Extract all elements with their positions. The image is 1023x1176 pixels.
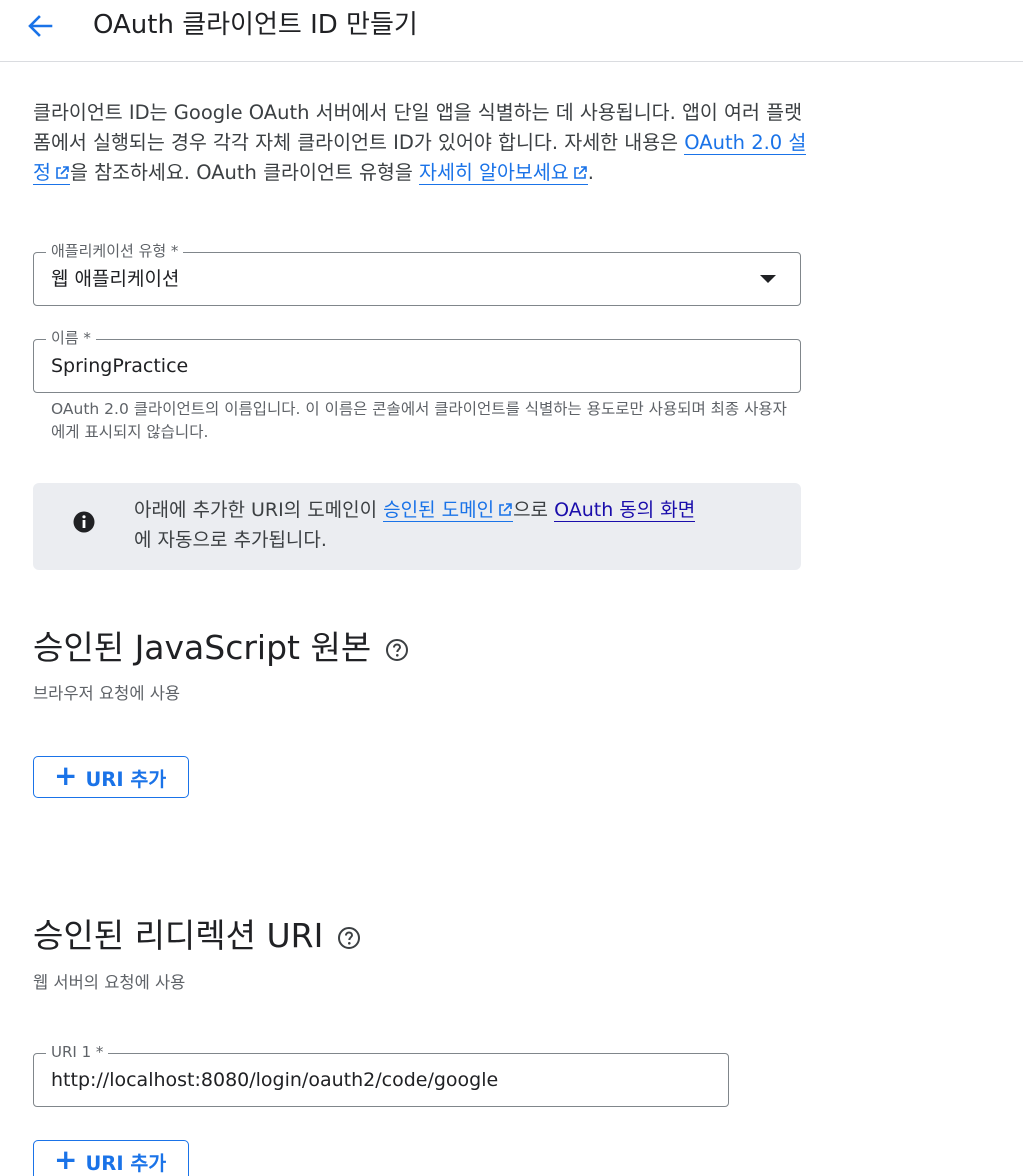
redirect-uris-subtitle: 웹 서버의 요청에 사용 xyxy=(33,973,186,992)
redirect-uris-section-title: 승인된 리디렉션 URI xyxy=(33,914,361,958)
name-field-label: 이름 * xyxy=(46,328,96,348)
redirect-uri-1-value: http://localhost:8080/login/oauth2/code/… xyxy=(51,1069,499,1091)
page: OAuth 클라이언트 ID 만들기 클라이언트 ID는 Google OAut… xyxy=(0,0,1023,1176)
authorized-domains-link[interactable]: 승인된 도메인 xyxy=(383,499,514,522)
plus-icon: + xyxy=(54,1143,78,1176)
application-type-select[interactable]: 애플리케이션 유형 * 웹 애플리케이션 xyxy=(33,241,801,306)
plus-icon: + xyxy=(54,759,78,792)
application-type-label: 애플리케이션 유형 * xyxy=(46,241,184,261)
js-origins-title-text: 승인된 JavaScript 원본 xyxy=(33,628,372,667)
open-in-new-icon xyxy=(573,166,587,179)
redirect-uris-title-text: 승인된 리디렉션 URI xyxy=(33,916,324,955)
info-text-1: 아래에 추가한 URI의 도메인이 xyxy=(134,499,384,521)
info-notice: 아래에 추가한 URI의 도메인이 승인된 도메인 으로 OAuth 동의 화면에… xyxy=(33,483,801,570)
back-button[interactable] xyxy=(20,8,60,44)
oauth-consent-screen-link[interactable]: OAuth 동의 화면 xyxy=(554,499,696,522)
page-title: OAuth 클라이언트 ID 만들기 xyxy=(93,10,418,40)
intro-paragraph: 클라이언트 ID는 Google OAuth 서버에서 단일 앱을 식별하는 데… xyxy=(33,98,813,188)
js-origins-section-title: 승인된 JavaScript 원본 xyxy=(33,626,409,670)
js-origins-subtitle: 브라우저 요청에 사용 xyxy=(33,684,181,703)
learn-more-link[interactable]: 자세히 알아보세요 xyxy=(419,161,588,185)
open-in-new-icon xyxy=(56,166,69,179)
help-icon[interactable] xyxy=(337,926,361,950)
add-redirect-uri-button[interactable]: + URI 추가 xyxy=(33,1140,189,1176)
add-js-origin-uri-label: URI 추가 xyxy=(85,767,167,791)
info-text-2: 으로 xyxy=(513,499,555,521)
name-field-value: SpringPractice xyxy=(51,355,189,377)
redirect-uri-1-field[interactable]: URI 1 * http://localhost:8080/login/oaut… xyxy=(33,1042,729,1107)
add-js-origin-uri-button[interactable]: + URI 추가 xyxy=(33,756,189,798)
name-field-helper: OAuth 2.0 클라이언트의 이름입니다. 이 이름은 콘솔에서 클라이언트… xyxy=(51,400,787,441)
page-header: OAuth 클라이언트 ID 만들기 xyxy=(0,0,1023,62)
name-field[interactable]: 이름 * SpringPractice xyxy=(33,328,801,393)
intro-text-3: . xyxy=(587,161,594,184)
open-in-new-icon xyxy=(499,503,512,516)
info-text-3: 에 자동으로 추가됩니다. xyxy=(134,529,327,551)
authorized-domains-link-label: 승인된 도메인 xyxy=(383,499,495,521)
learn-more-link-label: 자세히 알아보세요 xyxy=(419,161,569,184)
arrow-back-icon xyxy=(28,15,53,37)
dropdown-arrow-icon xyxy=(760,275,776,283)
add-redirect-uri-label: URI 추가 xyxy=(85,1151,167,1175)
redirect-uri-1-label: URI 1 * xyxy=(46,1042,109,1062)
info-icon xyxy=(73,511,95,533)
intro-text-2: 을 참조하세요. OAuth 클라이언트 유형을 xyxy=(69,161,420,184)
application-type-value: 웹 애플리케이션 xyxy=(51,268,180,290)
help-icon[interactable] xyxy=(385,638,409,662)
info-notice-text: 아래에 추가한 URI의 도메인이 승인된 도메인 으로 OAuth 동의 화면에… xyxy=(134,495,784,555)
